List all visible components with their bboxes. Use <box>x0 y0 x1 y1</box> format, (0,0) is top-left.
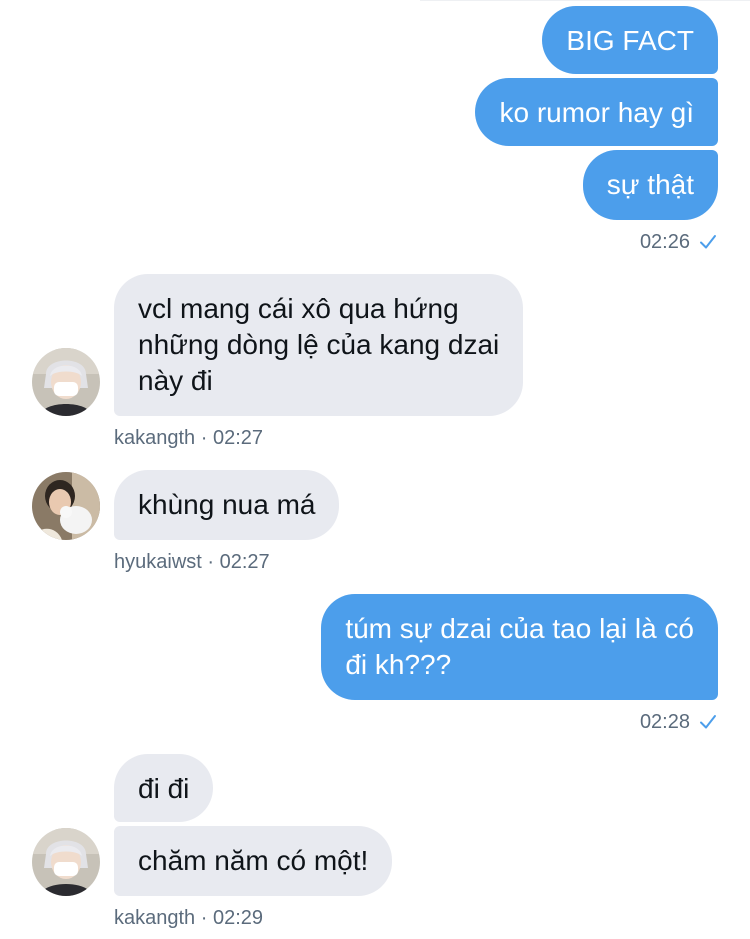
message-text: chăm năm có một! <box>138 845 369 876</box>
message-text-line: túm sự dzai của tao lại là có <box>345 613 694 644</box>
message-meta: 02:28 <box>640 710 718 734</box>
avatar[interactable] <box>32 348 100 416</box>
message-text: BIG FACT <box>566 25 694 56</box>
message-text: đi đi <box>138 773 190 804</box>
message-time: 02:27 <box>212 427 264 449</box>
message-text-line: những dòng lệ của kang dzai <box>138 329 500 360</box>
avatar-person-with-plush-icon <box>32 472 100 540</box>
message-bubble-outgoing[interactable]: ko rumor hay gì <box>475 78 718 146</box>
message-bubble-outgoing[interactable]: BIG FACT <box>542 6 718 74</box>
message-bubble-incoming[interactable]: đi đi <box>114 754 214 822</box>
meta-separator: · <box>195 907 213 929</box>
message-time: 02:27 <box>219 551 270 573</box>
message-username: kakangth <box>114 907 196 929</box>
message-text: khùng nua má <box>138 489 316 520</box>
message-username: kakangth <box>114 427 196 449</box>
avatar-masked-person-icon <box>32 828 100 896</box>
message-bubble-incoming[interactable]: vcl mang cái xô qua hứng những dòng lệ c… <box>114 274 524 416</box>
message-time: 02:29 <box>212 907 264 929</box>
message-text: sự thật <box>606 169 694 200</box>
message-bubble-incoming[interactable]: khùng nua má <box>114 470 340 540</box>
message-bubble-outgoing[interactable]: túm sự dzai của tao lại là có đi kh??? <box>321 594 718 700</box>
message-meta: hyukaiwst · 02:27 <box>114 550 270 574</box>
message-text: ko rumor hay gì <box>499 97 694 128</box>
message-text-line: đi kh??? <box>345 649 452 680</box>
message-time: 02:26 <box>639 231 690 253</box>
check-icon <box>700 715 716 729</box>
avatar[interactable] <box>32 828 100 896</box>
message-time: 02:28 <box>639 711 690 733</box>
message-meta: kakangth · 02:29 <box>114 906 263 930</box>
meta-separator: · <box>201 551 220 573</box>
avatar[interactable] <box>32 472 100 540</box>
top-divider <box>420 0 750 1</box>
message-text-line: vcl mang cái xô qua hứng <box>138 293 459 324</box>
avatar-masked-person-icon <box>32 348 100 416</box>
message-text-line: này đi <box>138 365 213 396</box>
meta-separator: · <box>195 427 213 449</box>
check-icon <box>700 235 716 249</box>
message-username: hyukaiwst <box>114 551 202 573</box>
message-bubble-incoming[interactable]: chăm năm có một! <box>114 826 393 896</box>
message-meta: 02:26 <box>640 230 718 254</box>
message-meta: kakangth · 02:27 <box>114 426 263 450</box>
message-bubble-outgoing[interactable]: sự thật <box>582 150 718 220</box>
